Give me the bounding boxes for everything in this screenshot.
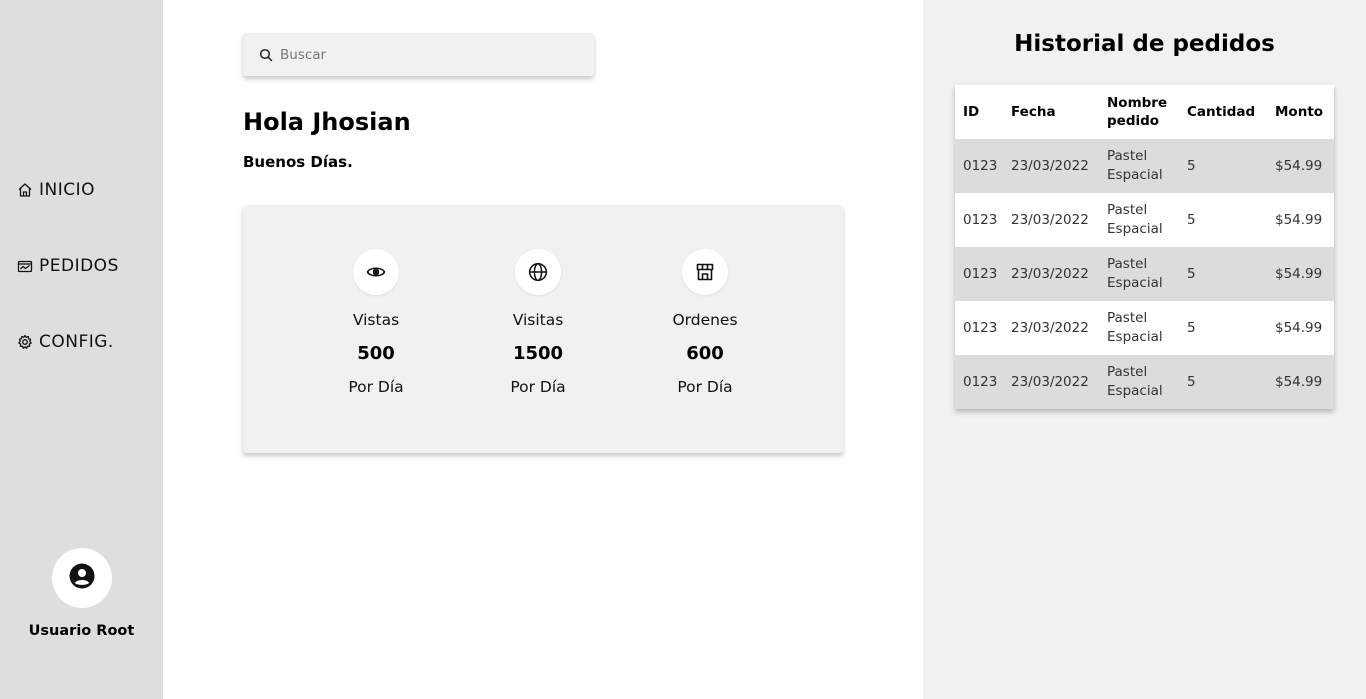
stat-vistas: Vistas 500 Por Día [316, 249, 436, 396]
gear-icon [17, 334, 33, 350]
sidebar-item-label: CONFIG. [39, 332, 114, 352]
cell-nombre: Pastel Espacial [1099, 247, 1179, 301]
home-icon [17, 182, 33, 198]
sidebar-item-config[interactable]: CONFIG. [17, 332, 114, 352]
cell-fecha: 23/03/2022 [1003, 247, 1099, 301]
stat-title: Visitas [512, 311, 564, 329]
cell-id: 0123 [955, 139, 1003, 193]
cell-fecha: 23/03/2022 [1003, 355, 1099, 409]
search-icon [259, 48, 273, 62]
stat-title: Vistas [352, 311, 400, 329]
table-row[interactable]: 0123 23/03/2022 Pastel Espacial 5 $54.99 [955, 139, 1334, 193]
history-title: Historial de pedidos [1014, 31, 1275, 57]
column-header-monto: Monto [1267, 85, 1334, 139]
avatar[interactable] [52, 548, 112, 608]
column-header-nombre-pedido: Nombre pedido [1099, 85, 1179, 139]
cell-id: 0123 [955, 355, 1003, 409]
stats-card: Vistas 500 Por Día Visitas 1500 Por Día … [243, 205, 843, 453]
cell-nombre: Pastel Espacial [1099, 193, 1179, 247]
username: Usuario Root [28, 623, 135, 639]
stat-value: 500 [357, 343, 395, 364]
cell-cantidad: 5 [1179, 247, 1267, 301]
store-icon [682, 249, 728, 295]
table-row[interactable]: 0123 23/03/2022 Pastel Espacial 5 $54.99 [955, 355, 1334, 409]
sidebar-item-label: INICIO [39, 180, 96, 200]
cell-cantidad: 5 [1179, 193, 1267, 247]
eye-icon [353, 249, 399, 295]
cell-fecha: 23/03/2022 [1003, 301, 1099, 355]
cell-nombre: Pastel Espacial [1099, 301, 1179, 355]
cell-cantidad: 5 [1179, 139, 1267, 193]
cell-monto: $54.99 [1267, 301, 1334, 355]
orders-icon [17, 258, 33, 274]
search-input[interactable] [280, 46, 570, 63]
search-bar[interactable] [243, 33, 594, 76]
cell-monto: $54.99 [1267, 247, 1334, 301]
column-header-cantidad: Cantidad [1179, 85, 1267, 139]
main-content: Hola Jhosian Buenos Días. Vistas 500 Por… [163, 0, 923, 699]
table-header-row: ID Fecha Nombre pedido Cantidad Monto [955, 85, 1334, 139]
column-header-fecha: Fecha [1003, 85, 1099, 139]
stat-visitas: Visitas 1500 Por Día [478, 249, 598, 396]
cell-fecha: 23/03/2022 [1003, 139, 1099, 193]
table-row[interactable]: 0123 23/03/2022 Pastel Espacial 5 $54.99 [955, 247, 1334, 301]
cell-monto: $54.99 [1267, 139, 1334, 193]
sidebar-item-label: PEDIDOS [39, 256, 119, 276]
greeting-subtitle: Buenos Días. [243, 153, 353, 171]
cell-id: 0123 [955, 301, 1003, 355]
sidebar-item-inicio[interactable]: INICIO [17, 180, 95, 200]
cell-nombre: Pastel Espacial [1099, 355, 1179, 409]
cell-id: 0123 [955, 247, 1003, 301]
column-header-id: ID [955, 85, 1003, 139]
stat-period: Por Día [677, 378, 733, 396]
cell-monto: $54.99 [1267, 355, 1334, 409]
stat-ordenes: Ordenes 600 Por Día [645, 249, 765, 396]
cell-cantidad: 5 [1179, 301, 1267, 355]
stat-value: 600 [686, 343, 724, 364]
cell-id: 0123 [955, 193, 1003, 247]
cell-monto: $54.99 [1267, 193, 1334, 247]
cell-cantidad: 5 [1179, 355, 1267, 409]
table-row[interactable]: 0123 23/03/2022 Pastel Espacial 5 $54.99 [955, 193, 1334, 247]
table-row[interactable]: 0123 23/03/2022 Pastel Espacial 5 $54.99 [955, 301, 1334, 355]
order-history-panel: Historial de pedidos ID Fecha Nombre ped… [923, 0, 1366, 699]
stat-value: 1500 [512, 343, 564, 364]
order-history-table: ID Fecha Nombre pedido Cantidad Monto 01… [955, 85, 1334, 409]
sidebar-item-pedidos[interactable]: PEDIDOS [17, 256, 119, 276]
user-circle-icon [69, 563, 95, 593]
stat-period: Por Día [510, 378, 566, 396]
stat-period: Por Día [348, 378, 404, 396]
sidebar: INICIO PEDIDOS CONFIG. Usuario Root [0, 0, 163, 699]
greeting-title: Hola Jhosian [243, 108, 411, 136]
cell-nombre: Pastel Espacial [1099, 139, 1179, 193]
globe-icon [515, 249, 561, 295]
cell-fecha: 23/03/2022 [1003, 193, 1099, 247]
stat-title: Ordenes [672, 311, 738, 329]
